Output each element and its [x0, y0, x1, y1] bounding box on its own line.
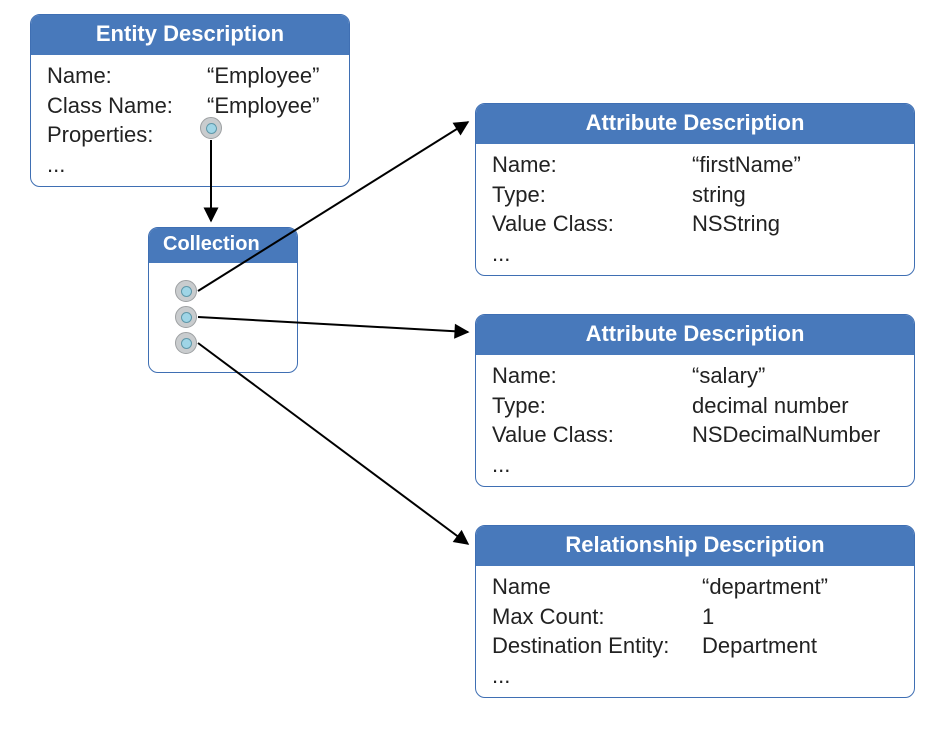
attr2-valueclass-label: Value Class:: [492, 420, 692, 450]
rel-maxcount-value: 1: [702, 602, 714, 632]
entity-name-label: Name:: [47, 61, 207, 91]
attr1-body: Name: “firstName” Type: string Value Cla…: [476, 144, 914, 275]
attribute-description-box-1: Attribute Description Name: “firstName” …: [475, 103, 915, 276]
entity-properties-label: Properties:: [47, 120, 207, 150]
rel-header: Relationship Description: [476, 526, 914, 566]
rel-name-label: Name: [492, 572, 702, 602]
attr1-valueclass-label: Value Class:: [492, 209, 692, 239]
collection-box: Collection: [148, 227, 298, 373]
entity-classname-value: “Employee”: [207, 91, 319, 121]
rel-ellipsis: ...: [492, 661, 898, 691]
donut-icon: [200, 117, 222, 139]
attr2-body: Name: “salary” Type: decimal number Valu…: [476, 355, 914, 486]
relationship-description-box: Relationship Description Name “departmen…: [475, 525, 915, 698]
donut-icon: [175, 280, 197, 302]
rel-destentity-value: Department: [702, 631, 817, 661]
entity-name-value: “Employee”: [207, 61, 319, 91]
entity-ellipsis: ...: [47, 150, 333, 180]
entity-description-box: Entity Description Name: “Employee” Clas…: [30, 14, 350, 187]
attr2-ellipsis: ...: [492, 450, 898, 480]
attr2-type-value: decimal number: [692, 391, 849, 421]
attr2-type-label: Type:: [492, 391, 692, 421]
attr1-name-label: Name:: [492, 150, 692, 180]
attr1-header: Attribute Description: [476, 104, 914, 144]
rel-name-value: “department”: [702, 572, 828, 602]
attr2-name-value: “salary”: [692, 361, 765, 391]
rel-body: Name “department” Max Count: 1 Destinati…: [476, 566, 914, 697]
attribute-description-box-2: Attribute Description Name: “salary” Typ…: [475, 314, 915, 487]
attr1-name-value: “firstName”: [692, 150, 801, 180]
attr2-name-label: Name:: [492, 361, 692, 391]
collection-header: Collection: [149, 228, 297, 263]
rel-destentity-label: Destination Entity:: [492, 631, 702, 661]
donut-icon: [175, 306, 197, 328]
attr1-ellipsis: ...: [492, 239, 898, 269]
attr1-type-label: Type:: [492, 180, 692, 210]
attr1-valueclass-value: NSString: [692, 209, 780, 239]
rel-maxcount-label: Max Count:: [492, 602, 702, 632]
entity-header: Entity Description: [31, 15, 349, 55]
attr2-valueclass-value: NSDecimalNumber: [692, 420, 880, 450]
donut-icon: [175, 332, 197, 354]
attr1-type-value: string: [692, 180, 746, 210]
entity-body: Name: “Employee” Class Name: “Employee” …: [31, 55, 349, 186]
attr2-header: Attribute Description: [476, 315, 914, 355]
entity-classname-label: Class Name:: [47, 91, 207, 121]
